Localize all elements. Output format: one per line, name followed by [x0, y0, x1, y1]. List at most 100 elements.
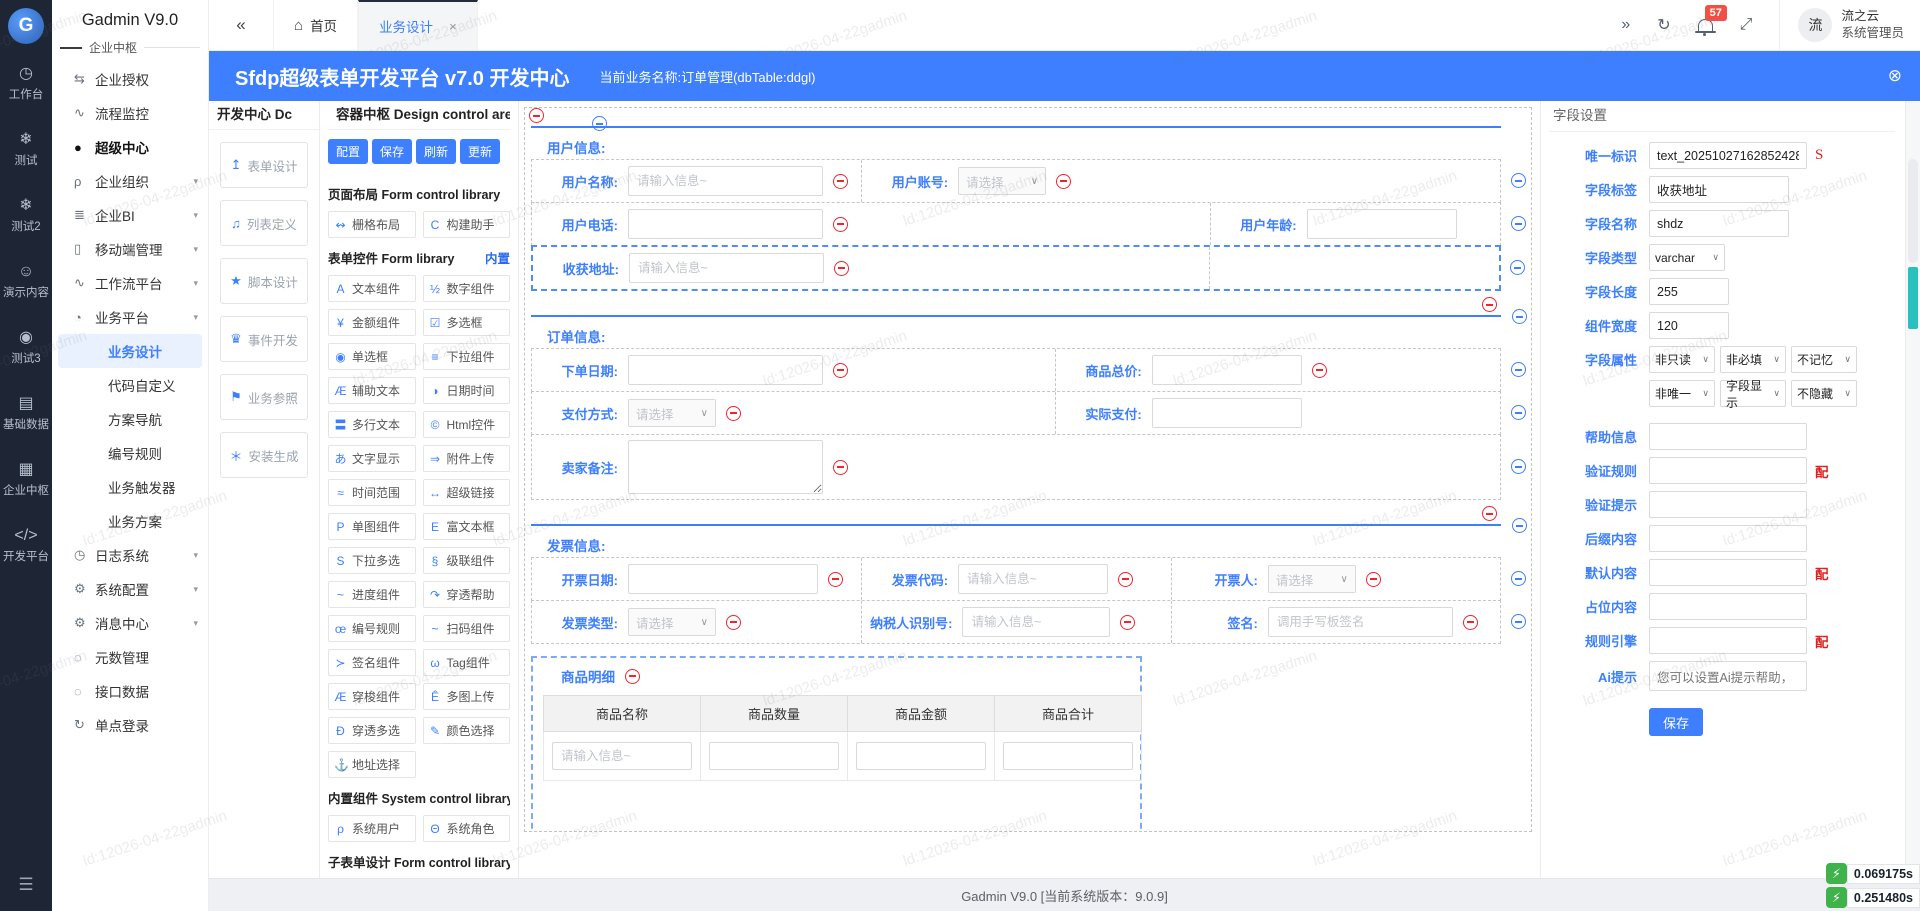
page-scrollbar[interactable]	[1905, 101, 1920, 878]
remove-field-button[interactable]	[1056, 173, 1072, 189]
sidebar-item[interactable]: ⇆ 企业授权	[52, 62, 208, 96]
field-input[interactable]	[1306, 209, 1457, 239]
control-item[interactable]: ◉ 单选框	[328, 343, 416, 370]
collapse-row-button[interactable]	[1511, 459, 1526, 474]
control-item[interactable]: ω Tag组件	[422, 649, 510, 676]
rail-item[interactable]: ▤ 基础数据	[3, 396, 49, 432]
sidebar-item[interactable]: ◔ 业务平台 ▾	[52, 300, 208, 334]
toolbar-配置-button[interactable]: 配置	[328, 139, 369, 164]
remove-field-button[interactable]	[726, 614, 741, 630]
remove-field-button[interactable]	[834, 260, 849, 276]
control-item[interactable]: ¥ 金额组件	[328, 309, 416, 336]
sidebar-item[interactable]: ∿ 工作流平台 ▾	[52, 266, 208, 300]
dev-center-button[interactable]: ↥ 表单设计	[220, 142, 308, 188]
save-button[interactable]: 保存	[1649, 708, 1704, 736]
fullscreen-icon[interactable]: ⤢	[1740, 16, 1753, 34]
setting-textarea[interactable]	[1649, 661, 1807, 691]
form-row[interactable]: 发票类型: 请选择 ∨ 纳税人识别号: 签名:	[531, 600, 1526, 644]
setting-input[interactable]	[1649, 312, 1729, 339]
setting-input[interactable]	[1649, 423, 1807, 450]
table-cell-input[interactable]	[552, 742, 692, 770]
form-container[interactable]: 用户信息: 用户名称: 用户账号: 请选择 ∨ 用户电话: 用户年龄: 收获地址: 订单信息: 下…	[524, 107, 1532, 832]
form-row[interactable]: 用户名称: 用户账号: 请选择 ∨	[531, 159, 1526, 203]
form-row[interactable]: 下单日期: 商品总价:	[531, 348, 1526, 392]
collapse-row-button[interactable]	[1511, 571, 1526, 586]
sidebar-item[interactable]: ρ 企业组织 ▾	[52, 164, 208, 198]
rail-item[interactable]: ◷ 工作台	[3, 66, 49, 102]
remove-subtable-button[interactable]	[625, 668, 640, 684]
control-item[interactable]: ~ 扫码组件	[422, 615, 510, 642]
collapse-row-button[interactable]	[1511, 405, 1526, 420]
control-item[interactable]: ≡ 下拉组件	[422, 343, 510, 370]
setting-select[interactable]: 不记忆 ∨	[1791, 346, 1857, 373]
control-item[interactable]: Ê 多图上传	[422, 683, 510, 710]
collapse-row-button[interactable]	[1512, 518, 1527, 533]
collapse-sidebar-button[interactable]: «	[209, 0, 273, 50]
toolbar-刷新-button[interactable]: 刷新	[416, 139, 457, 164]
collapse-row-button[interactable]	[1511, 362, 1526, 377]
control-item[interactable]: ≻ 签名组件	[328, 649, 416, 676]
form-row[interactable]: 开票日期: 发票代码: 开票人: 请选择 ∨	[531, 557, 1526, 601]
rail-item[interactable]: ❄ 测试	[3, 132, 49, 168]
field-input[interactable]	[628, 209, 823, 239]
menu-collapse-icon[interactable]: ☰	[18, 875, 33, 895]
control-item[interactable]: ≈ 时间范围	[328, 479, 416, 506]
remove-field-button[interactable]	[833, 459, 848, 475]
setting-input[interactable]	[1649, 491, 1807, 518]
dev-center-button[interactable]: ★ 脚本设计	[220, 258, 308, 304]
collapse-row-button[interactable]	[1511, 173, 1526, 188]
remove-field-button[interactable]	[726, 405, 741, 421]
remove-field-button[interactable]	[833, 362, 848, 378]
toolbar-保存-button[interactable]: 保存	[372, 139, 413, 164]
remove-field-button[interactable]	[833, 173, 848, 189]
tab-close-icon[interactable]: ×	[449, 19, 457, 34]
sidebar-item[interactable]: ● 超级中心	[52, 130, 208, 164]
remove-section-button[interactable]	[1482, 297, 1497, 312]
table-cell-input[interactable]	[1003, 742, 1133, 770]
remove-field-button[interactable]	[833, 216, 848, 232]
setting-select[interactable]: 非只读 ∨	[1649, 346, 1715, 373]
control-item[interactable]: E 富文本框	[422, 513, 510, 540]
sidebar-item[interactable]: ≣ 企业BI ▾	[52, 198, 208, 232]
form-row[interactable]: 卖家备注:	[531, 434, 1526, 500]
setting-input[interactable]	[1649, 559, 1807, 586]
field-input[interactable]	[628, 166, 823, 196]
rail-item[interactable]: ❄ 测试2	[3, 198, 49, 234]
control-item[interactable]: ½ 数字组件	[422, 275, 510, 302]
scrollbar-teal-thumb[interactable]	[1908, 267, 1918, 329]
expand-icon[interactable]: »	[1621, 16, 1630, 34]
setting-input[interactable]	[1649, 593, 1807, 620]
control-item[interactable]: Θ 系统角色	[422, 815, 510, 842]
field-select[interactable]: 请选择 ∨	[958, 167, 1047, 195]
sidebar-item[interactable]: 业务触发器	[52, 470, 208, 504]
table-cell-input[interactable]	[856, 742, 986, 770]
dev-center-button[interactable]: ＊ 安装生成	[220, 432, 308, 478]
setting-select[interactable]: varchar ∨	[1649, 244, 1725, 271]
dev-center-button[interactable]: ♫ 列表定义	[220, 200, 308, 246]
sidebar-item[interactable]: ◌ 接口数据	[52, 674, 208, 708]
scrollbar-thumb[interactable]	[1908, 159, 1918, 263]
banner-close-icon[interactable]: ⊗	[1888, 66, 1902, 86]
remove-section-button[interactable]	[1482, 506, 1497, 521]
control-item[interactable]: Æ 穿梭组件	[328, 683, 416, 710]
control-item[interactable]: ↷ 穿透帮助	[422, 581, 510, 608]
control-item[interactable]: ~ 进度组件	[328, 581, 416, 608]
configure-button[interactable]: 配	[1815, 631, 1829, 651]
notifications-bell-icon[interactable]: 57	[1694, 5, 1727, 36]
sidebar-item[interactable]: 代码自定义	[52, 368, 208, 402]
remove-field-button[interactable]	[1118, 571, 1134, 587]
toolbar-更新-button[interactable]: 更新	[460, 139, 501, 164]
field-select[interactable]: 请选择 ∨	[628, 399, 716, 427]
control-item[interactable]: ↔ 超级链接	[422, 479, 510, 506]
field-select[interactable]: 请选择 ∨	[628, 608, 716, 636]
setting-input[interactable]	[1649, 142, 1807, 169]
control-item[interactable]: A 文本组件	[328, 275, 416, 302]
sidebar-item[interactable]: ▯ 移动端管理 ▾	[52, 232, 208, 266]
control-item[interactable]: ρ 系统用户	[328, 815, 416, 842]
sidebar-item[interactable]: 业务方案	[52, 504, 208, 538]
field-input[interactable]	[1151, 398, 1302, 428]
setting-input[interactable]	[1649, 525, 1807, 552]
remove-field-button[interactable]	[1311, 362, 1327, 378]
setting-input[interactable]	[1649, 176, 1789, 203]
configure-button[interactable]: 配	[1815, 563, 1829, 583]
